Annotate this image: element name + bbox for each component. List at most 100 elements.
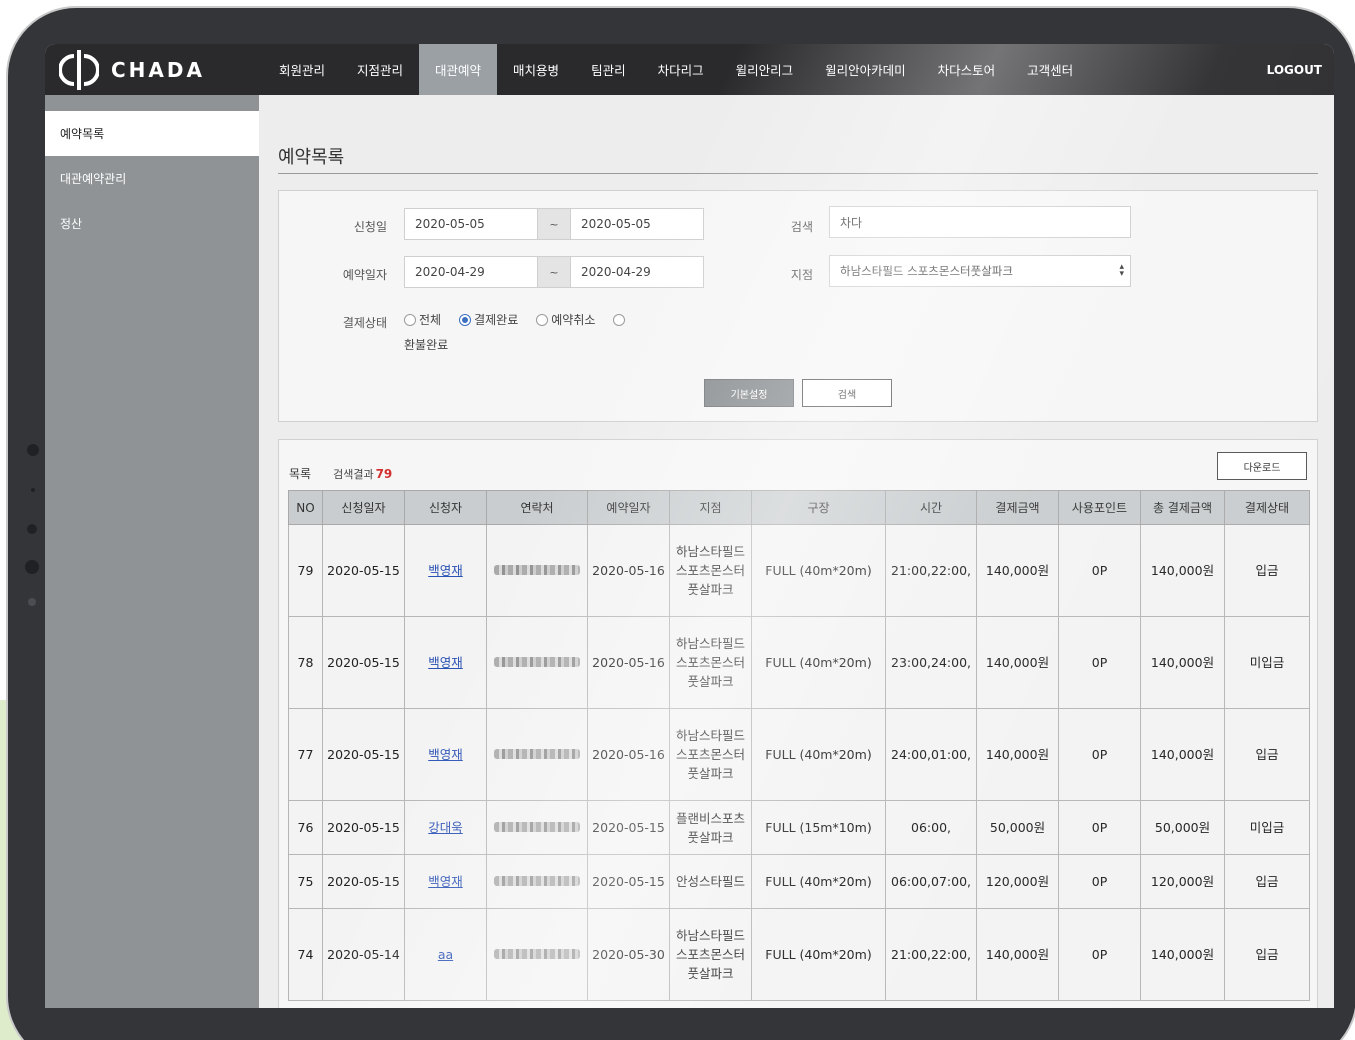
cell-amount: 140,000원 (976, 616, 1059, 709)
col-header-total[interactable]: 총 결제금액 (1140, 490, 1225, 525)
radio-payment-all[interactable]: 전체 (404, 311, 441, 328)
table-row[interactable]: 74 2020-05-14 aa 2020-05-30 하남스타필드 스포츠몬스… (288, 908, 1310, 1001)
nav-item-willian-league[interactable]: 윌리안리그 (720, 44, 810, 95)
cell-amount: 140,000원 (976, 524, 1059, 617)
sidebar-item-settlement[interactable]: 정산 (45, 201, 259, 246)
redacted-bar (494, 749, 580, 759)
radio-label: 결제완료 (474, 313, 519, 327)
cell-reserve-date: 2020-05-15 (587, 854, 670, 909)
nav-item-chada-league[interactable]: 차다리그 (642, 44, 720, 95)
cell-apply-date: 2020-05-14 (322, 908, 405, 1001)
apply-date-to-input[interactable]: 2020-05-05 (570, 208, 704, 240)
cell-no: 74 (288, 908, 323, 1001)
nav-item-members[interactable]: 회원관리 (263, 44, 341, 95)
col-header-contact[interactable]: 연락처 (486, 490, 588, 525)
col-header-time[interactable]: 시간 (885, 490, 977, 525)
logout-button[interactable]: LOGOUT (1267, 44, 1322, 95)
branch-select[interactable]: 하남스타필드 스포츠몬스터풋살파크 ▴ ▾ (829, 255, 1131, 287)
table-row[interactable]: 78 2020-05-15 백영재 2020-05-16 하남스타필드 스포츠몬… (288, 616, 1310, 709)
cell-no: 78 (288, 616, 323, 709)
nav-item-customer-center[interactable]: 고객센터 (1011, 44, 1089, 95)
phi-logo-icon (59, 50, 99, 90)
apply-date-from-input[interactable]: 2020-05-05 (404, 208, 538, 240)
reset-button[interactable]: 기본설정 (704, 379, 794, 407)
nav-item-branches[interactable]: 지점관리 (341, 44, 419, 95)
page-title: 예약목록 (278, 147, 345, 168)
result-count: 79 (375, 467, 393, 481)
cell-time: 06:00,07:00, (885, 854, 977, 909)
cell-contact-redacted (486, 854, 588, 909)
col-header-applicant[interactable]: 신청자 (404, 490, 487, 525)
table-row[interactable]: 76 2020-05-15 강대욱 2020-05-15 플랜비스포츠풋살파크 … (288, 800, 1310, 855)
nav-item-match-mercenary[interactable]: 매치용병 (497, 44, 575, 95)
sidebar-item-rental-management[interactable]: 대관예약관리 (45, 156, 259, 201)
radio-payment-cancelled[interactable]: 예약취소 (536, 311, 595, 328)
col-header-no[interactable]: NO (288, 490, 323, 525)
radio-payment-refunded[interactable] (613, 313, 628, 326)
cell-time: 21:00,22:00, (885, 524, 977, 617)
branch-label: 지점 (790, 268, 813, 282)
radio-circle (613, 313, 626, 326)
col-header-branch[interactable]: 지점 (669, 490, 752, 525)
cell-contact-redacted (486, 800, 588, 855)
redacted-bar (494, 565, 580, 575)
cell-no: 76 (288, 800, 323, 855)
radio-label: 전체 (419, 313, 442, 327)
cell-applicant-link[interactable]: aa (404, 908, 487, 1001)
search-button[interactable]: 검색 (802, 379, 892, 407)
radio-circle-checked (459, 313, 472, 326)
cell-no: 77 (288, 708, 323, 801)
brand-logo[interactable]: CHADA (59, 48, 205, 92)
reserve-date-from-input[interactable]: 2020-04-29 (404, 256, 538, 288)
cell-reserve-date: 2020-05-15 (587, 800, 670, 855)
cell-applicant-link[interactable]: 강대욱 (404, 800, 487, 855)
nav-item-willian-academy[interactable]: 윌리안아카데미 (809, 44, 922, 95)
cell-time: 21:00,22:00, (885, 908, 977, 1001)
app-screen: CHADA 회원관리 지점관리 대관예약 매치용병 팀관리 차다리그 윌리안리그… (45, 44, 1334, 1008)
table-row[interactable]: 77 2020-05-15 백영재 2020-05-16 하남스타필드 스포츠몬… (288, 708, 1310, 801)
cell-no: 75 (288, 854, 323, 909)
radio-payment-complete[interactable]: 결제완료 (459, 311, 518, 328)
cell-amount: 50,000원 (976, 800, 1059, 855)
col-header-apply-date[interactable]: 신청일자 (322, 490, 405, 525)
col-header-field[interactable]: 구장 (751, 490, 886, 525)
table-row[interactable]: 79 2020-05-15 백영재 2020-05-16 하남스타필드 스포츠몬… (288, 524, 1310, 617)
cell-branch: 하남스타필드 스포츠몬스터풋살파크 (669, 708, 752, 801)
cell-points: 0P (1058, 616, 1141, 709)
cell-total: 120,000원 (1140, 854, 1225, 909)
branch-select-value: 하남스타필드 스포츠몬스터풋살파크 (840, 264, 1013, 278)
cell-total: 140,000원 (1140, 908, 1225, 1001)
search-panel: 신청일 2020-05-05 ~ 2020-05-05 예약일자 2020-04… (278, 190, 1318, 422)
nav-item-team-management[interactable]: 팀관리 (575, 44, 642, 95)
cell-apply-date: 2020-05-15 (322, 524, 405, 617)
cell-no: 79 (288, 524, 323, 617)
col-header-points[interactable]: 사용포인트 (1058, 490, 1141, 525)
keyword-input[interactable]: 차다 (829, 206, 1131, 238)
nav-item-chada-store[interactable]: 차다스토어 (922, 44, 1012, 95)
tablet-side-controls (22, 444, 44, 624)
download-button[interactable]: 다운로드 (1217, 452, 1307, 480)
list-header: 목록 검색결과 79 (289, 465, 392, 482)
col-header-status[interactable]: 결제상태 (1224, 490, 1310, 525)
cell-field: FULL (15m*10m) (751, 800, 886, 855)
cell-branch: 안성스타필드 (669, 854, 752, 909)
col-header-reserve-date[interactable]: 예약일자 (587, 490, 670, 525)
cell-status: 입금 (1224, 708, 1310, 801)
nav-item-rental-reservation[interactable]: 대관예약 (419, 44, 498, 95)
reserve-date-to-input[interactable]: 2020-04-29 (570, 256, 704, 288)
cell-applicant-link[interactable]: 백영재 (404, 524, 487, 617)
redacted-bar (494, 822, 580, 832)
radio-refunded-label[interactable]: 환불완료 (404, 336, 448, 353)
cell-applicant-link[interactable]: 백영재 (404, 854, 487, 909)
cell-field: FULL (40m*20m) (751, 708, 886, 801)
cell-total: 140,000원 (1140, 616, 1225, 709)
table-row[interactable]: 75 2020-05-15 백영재 2020-05-15 안성스타필드 FULL… (288, 854, 1310, 909)
col-header-amount[interactable]: 결제금액 (976, 490, 1059, 525)
payment-status-label: 결제상태 (342, 316, 387, 330)
cell-applicant-link[interactable]: 백영재 (404, 708, 487, 801)
cell-field: FULL (40m*20m) (751, 854, 886, 909)
sidebar-item-reservation-list[interactable]: 예약목록 (45, 111, 259, 156)
main-content: 예약목록 신청일 2020-05-05 ~ 2020-05-05 예약일자 20… (259, 95, 1334, 1008)
redacted-bar (494, 657, 580, 667)
cell-applicant-link[interactable]: 백영재 (404, 616, 487, 709)
